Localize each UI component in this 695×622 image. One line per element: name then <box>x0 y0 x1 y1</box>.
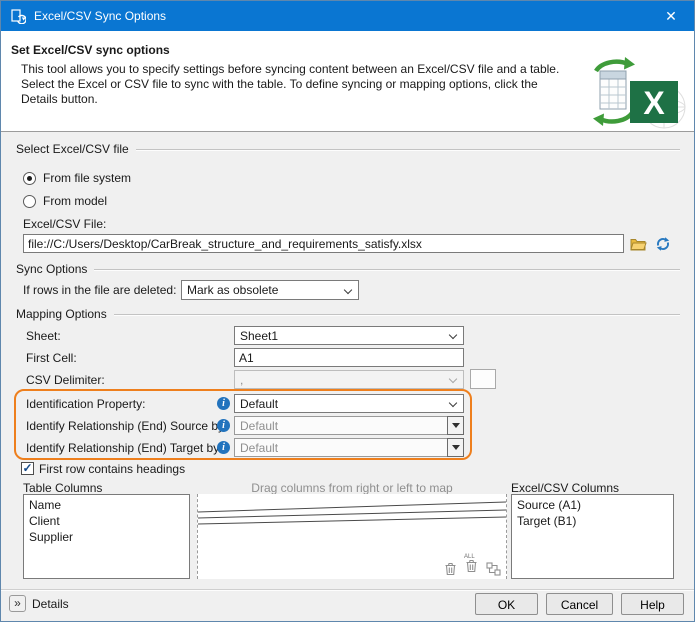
details-button-label: Details <box>32 597 69 611</box>
sheet-select[interactable]: Sheet1 <box>234 326 464 345</box>
list-item[interactable]: Target (B1) <box>512 513 673 529</box>
list-item[interactable]: Supplier <box>24 529 189 545</box>
excel-columns-list: Source (A1) Target (B1) <box>511 494 674 579</box>
drag-hint-text: Drag columns from right or left to map <box>197 481 507 495</box>
csv-delimiter-label: CSV Delimiter: <box>26 373 105 387</box>
relationship-source-dropdown-button[interactable] <box>447 416 464 435</box>
all-label: ALL <box>464 554 475 560</box>
radio-from-model[interactable]: From model <box>23 194 107 208</box>
page-title: Set Excel/CSV sync options <box>11 43 170 57</box>
delete-all-mappings-icon <box>465 559 478 573</box>
title-bar: Excel/CSV Sync Options ✕ <box>1 1 694 31</box>
excel-x-letter: X <box>643 85 665 121</box>
custom-delimiter-input <box>470 369 496 389</box>
help-button[interactable]: Help <box>621 593 684 615</box>
cancel-button[interactable]: Cancel <box>546 593 613 615</box>
list-item[interactable]: Client <box>24 513 189 529</box>
group-sync-options: Sync Options <box>16 262 680 276</box>
chevron-down-icon <box>449 331 457 339</box>
table-columns-list: Name Client Supplier <box>23 494 190 579</box>
dialog-description: This tool allows you to specify settings… <box>21 62 573 107</box>
chevron-down-icon <box>344 286 352 294</box>
chevron-down-icon <box>449 399 457 407</box>
group-mapping-options-label: Mapping Options <box>16 307 107 321</box>
sheet-value: Sheet1 <box>240 329 278 343</box>
sync-icon <box>10 8 26 24</box>
radio-from-model-label: From model <box>43 194 107 208</box>
close-button[interactable]: ✕ <box>648 1 694 31</box>
separator-line <box>136 149 680 150</box>
separator-line <box>94 269 680 270</box>
auto-map-icon[interactable] <box>486 562 501 576</box>
first-row-headings-label: First row contains headings <box>39 462 185 476</box>
group-select-file: Select Excel/CSV file <box>16 142 680 156</box>
chevron-down-icon <box>449 375 457 383</box>
excel-sync-logo: X <box>588 55 688 129</box>
ok-button[interactable]: OK <box>475 593 538 615</box>
radio-button-icon <box>23 195 36 208</box>
relationship-source-select[interactable]: Default <box>234 416 448 435</box>
info-icon: i <box>217 419 230 432</box>
relationship-target-select[interactable]: Default <box>234 438 448 457</box>
delete-all-mappings-button[interactable]: ALL <box>465 559 478 576</box>
radio-button-icon <box>23 172 36 185</box>
close-icon: ✕ <box>665 8 677 25</box>
csv-delimiter-select: , <box>234 370 464 389</box>
relationship-target-label: Identify Relationship (End) Target by: <box>26 441 223 455</box>
identification-property-label: Identification Property: <box>26 397 145 411</box>
dialog-header: Set Excel/CSV sync options This tool all… <box>1 31 694 132</box>
details-button[interactable]: » Details <box>9 595 69 612</box>
info-icon: i <box>217 397 230 410</box>
mapping-canvas[interactable]: ALL <box>197 494 507 579</box>
mapping-lines <box>198 494 506 544</box>
browse-folder-button[interactable] <box>628 234 649 253</box>
relationship-source-label: Identify Relationship (End) Source by: <box>26 419 227 433</box>
first-cell-input[interactable] <box>234 348 464 367</box>
relationship-target-value: Default <box>240 441 278 455</box>
separator-line <box>114 314 680 315</box>
rows-deleted-value: Mark as obsolete <box>187 283 278 297</box>
group-sync-options-label: Sync Options <box>16 262 87 276</box>
list-item[interactable]: Source (A1) <box>512 497 673 513</box>
first-row-headings-checkbox[interactable]: ✓ <box>21 462 34 475</box>
mapping-toolbar: ALL <box>444 559 501 576</box>
file-field-label: Excel/CSV File: <box>23 217 106 231</box>
table-columns-label: Table Columns <box>23 481 102 495</box>
refresh-button[interactable] <box>652 234 673 253</box>
list-item[interactable]: Name <box>24 497 189 513</box>
delete-mapping-icon[interactable] <box>444 562 457 576</box>
group-mapping-options: Mapping Options <box>16 307 680 321</box>
rows-deleted-label: If rows in the file are deleted: <box>23 283 176 297</box>
identification-property-select[interactable]: Default <box>234 394 464 413</box>
relationship-target-dropdown-button[interactable] <box>447 438 464 457</box>
relationship-source-value: Default <box>240 419 278 433</box>
refresh-icon <box>655 236 671 252</box>
excel-csv-sync-dialog: Excel/CSV Sync Options ✕ Set Excel/CSV s… <box>0 0 695 622</box>
radio-from-file-system[interactable]: From file system <box>23 171 131 185</box>
identification-property-value: Default <box>240 397 278 411</box>
window-title: Excel/CSV Sync Options <box>34 9 166 23</box>
group-select-file-label: Select Excel/CSV file <box>16 142 129 156</box>
radio-from-file-system-label: From file system <box>43 171 131 185</box>
excel-columns-label: Excel/CSV Columns <box>511 481 619 495</box>
footer-separator <box>1 589 694 590</box>
first-cell-label: First Cell: <box>26 351 77 365</box>
rows-deleted-select[interactable]: Mark as obsolete <box>181 280 359 300</box>
csv-delimiter-value: , <box>240 373 243 387</box>
info-icon: i <box>217 441 230 454</box>
sheet-label: Sheet: <box>26 329 61 343</box>
check-icon: ✓ <box>22 461 32 475</box>
expand-details-icon: » <box>9 595 26 612</box>
file-path-input[interactable] <box>23 234 624 253</box>
folder-icon <box>630 237 647 251</box>
